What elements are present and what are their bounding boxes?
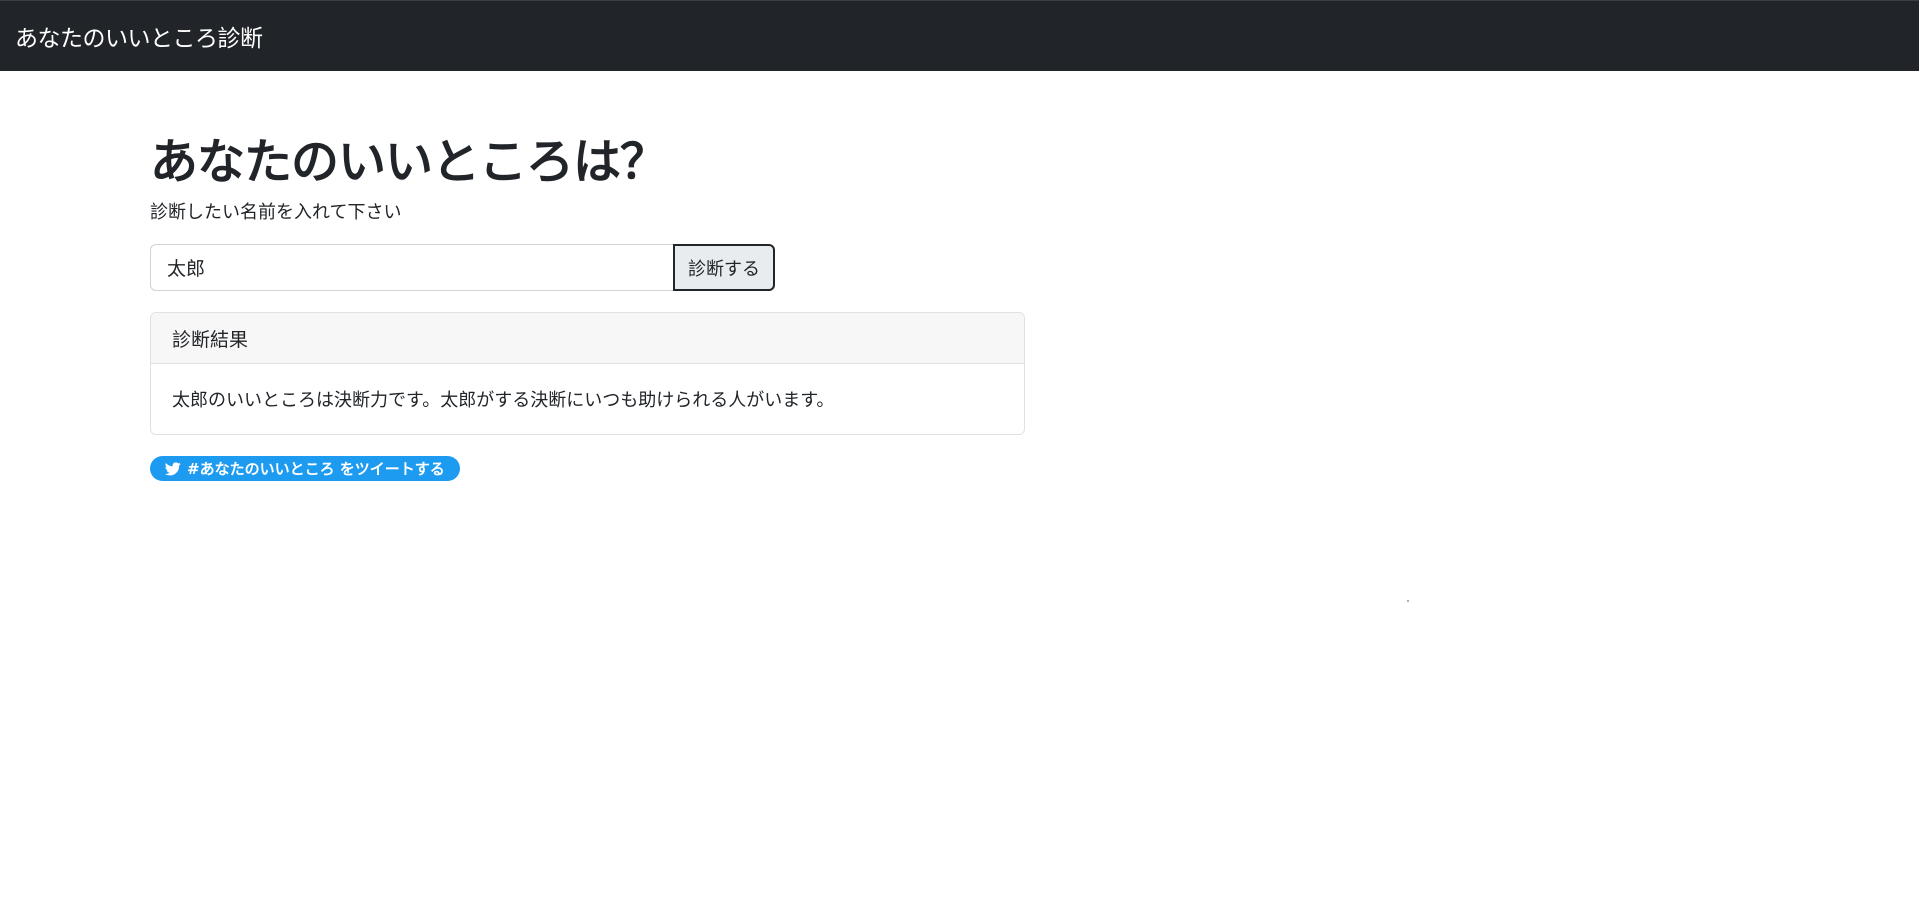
tweet-button[interactable]: #あなたのいいところ をツイートする <box>150 456 460 481</box>
tweet-button-label: #あなたのいいところ をツイートする <box>187 460 445 478</box>
name-input-group: 診断する <box>150 244 775 291</box>
twitter-bird-icon <box>165 461 181 476</box>
page-title: あなたのいいところは？ <box>150 134 668 190</box>
navbar-brand[interactable]: あなたのいいところ診断 <box>15 19 263 53</box>
diagnose-button[interactable]: 診断する <box>673 244 775 291</box>
result-card-header: 診断結果 <box>151 313 1024 364</box>
main-content: あなたのいいところは？ 診断したい名前を入れて下さい 診断する 診断結果 太郎の… <box>150 128 1025 481</box>
result-card-body: 太郎のいいところは決断力です。太郎がする決断にいつも助けられる人がいます。 <box>172 390 835 411</box>
decorative-speck <box>1407 600 1409 602</box>
result-card: 診断結果 太郎のいいところは決断力です。太郎がする決断にいつも助けられる人がいま… <box>150 312 1025 435</box>
name-input[interactable] <box>150 244 673 291</box>
navbar: あなたのいいところ診断 <box>0 0 1919 71</box>
page-lead: 診断したい名前を入れて下さい <box>150 202 402 223</box>
